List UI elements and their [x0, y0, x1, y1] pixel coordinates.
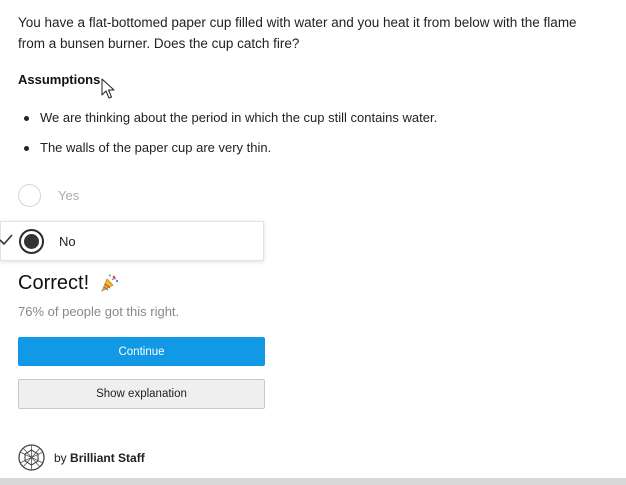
radio-unselected-icon[interactable] — [18, 184, 41, 207]
bottom-scrollbar[interactable] — [0, 478, 626, 485]
assumption-item: We are thinking about the period in whic… — [18, 108, 598, 128]
assumption-item: The walls of the paper cup are very thin… — [18, 138, 598, 158]
mouse-pointer-icon — [101, 78, 115, 99]
checkmark-icon — [0, 234, 13, 246]
bullet-icon — [24, 146, 29, 151]
show-explanation-button[interactable]: Show explanation — [18, 379, 265, 409]
result-stats: 76% of people got this right. — [18, 304, 180, 319]
option-yes-label: Yes — [58, 188, 80, 203]
assumptions-heading: Assumptions — [18, 72, 101, 87]
radio-fill — [24, 234, 39, 249]
party-popper-icon — [101, 274, 119, 292]
assumption-text: We are thinking about the period in whic… — [40, 110, 438, 125]
author-label: by Brilliant Staff — [54, 451, 145, 465]
author-name[interactable]: Brilliant Staff — [70, 451, 145, 465]
problem-page: You have a flat-bottomed paper cup fille… — [0, 0, 626, 485]
bullet-icon — [24, 116, 29, 121]
assumptions-list: We are thinking about the period in whic… — [18, 108, 598, 168]
answer-option-yes[interactable]: Yes — [18, 184, 264, 210]
author-credit: by Brilliant Staff — [18, 444, 318, 472]
radio-selected-icon[interactable] — [19, 229, 44, 254]
geodesic-sphere-icon — [18, 444, 45, 471]
continue-button[interactable]: Continue — [18, 337, 265, 366]
result-title: Correct! — [18, 272, 90, 294]
author-prefix: by — [54, 451, 67, 465]
assumption-text: The walls of the paper cup are very thin… — [40, 140, 272, 155]
question-text: You have a flat-bottomed paper cup fille… — [18, 15, 577, 51]
option-no-label: No — [59, 234, 76, 249]
answer-option-no[interactable]: No — [0, 221, 264, 261]
